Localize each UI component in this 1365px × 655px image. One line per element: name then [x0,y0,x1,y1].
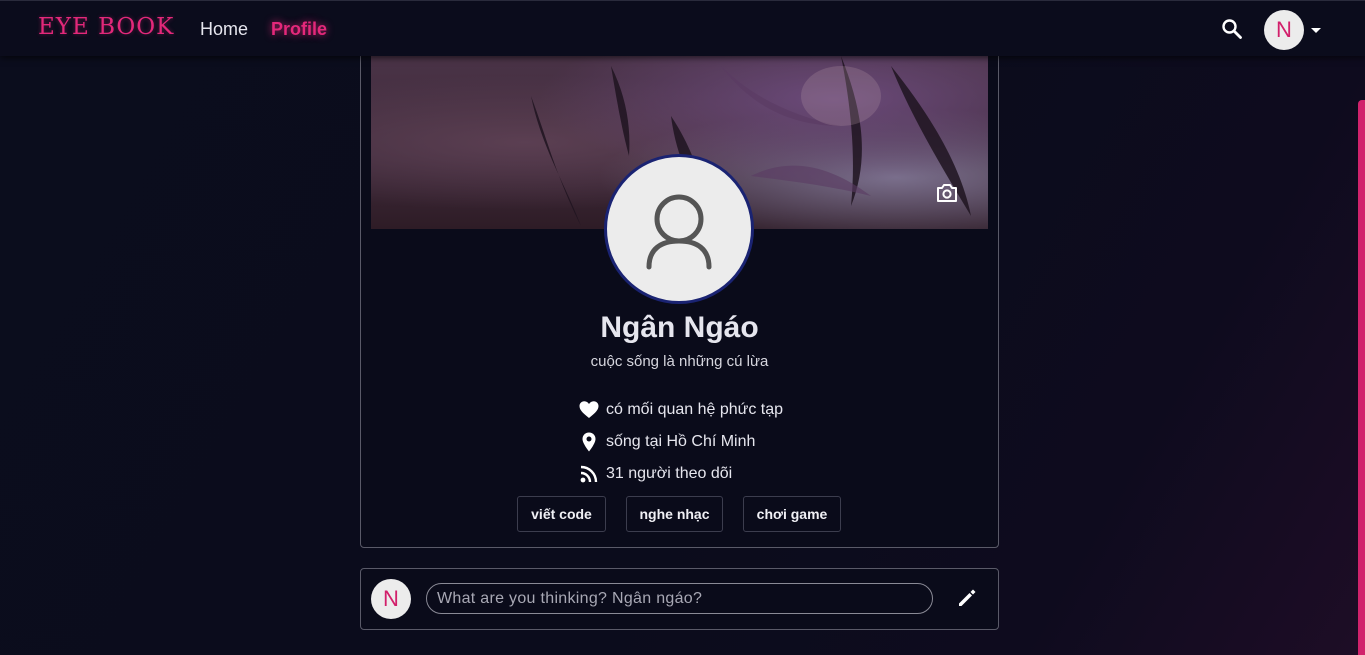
info-location-text: sống tại Hồ Chí Minh [606,433,756,450]
top-navbar: EYE BOOK Home Profile N [0,0,1365,56]
caret-down-icon[interactable] [1309,23,1323,37]
nav-home-link[interactable]: Home [200,19,248,40]
info-relationship: có mối quan hệ phức tạp [578,399,783,421]
person-icon [646,194,712,270]
profile-name: Ngân Ngáo [600,311,759,344]
hobby-chip-code[interactable]: viết code [517,496,606,532]
info-followers: 31 người theo dõi [578,463,732,485]
hobby-chip-music[interactable]: nghe nhạc [626,496,723,532]
profile-avatar[interactable] [604,154,754,304]
location-pin-icon [582,432,596,452]
search-icon[interactable] [1220,17,1244,41]
rss-feed-icon [580,465,598,483]
info-relationship-text: có mối quan hệ phức tạp [606,401,784,418]
heart-icon [579,401,599,418]
composer-avatar[interactable]: N [371,579,411,619]
nav-profile-link[interactable]: Profile [271,19,327,40]
info-location: sống tại Hồ Chí Minh [578,431,755,453]
hobby-chip-game[interactable]: chơi game [743,496,841,532]
camera-icon[interactable] [936,182,958,204]
info-followers-text: 31 người theo dõi [606,465,733,482]
post-input[interactable] [426,583,933,614]
pencil-icon[interactable] [956,587,978,609]
user-avatar-menu[interactable]: N [1264,10,1304,50]
scrollbar-thumb[interactable] [1358,100,1365,655]
profile-bio: cuộc sống là những cú lừa [590,353,769,370]
app-logo[interactable]: EYE BOOK [38,14,174,40]
